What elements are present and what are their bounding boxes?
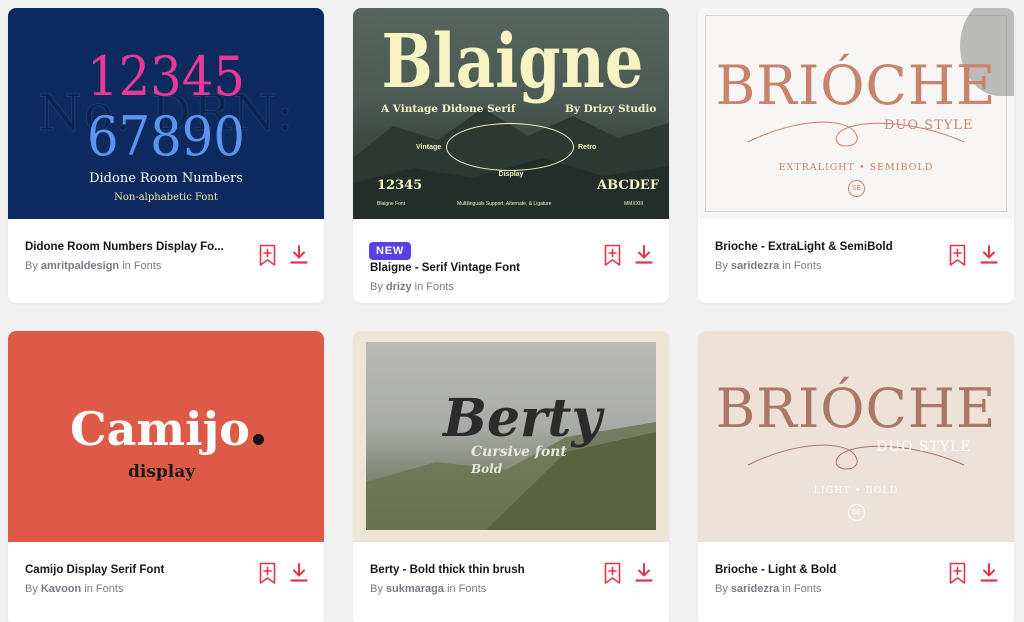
asset-byline: By Kavoon in Fonts [25, 583, 123, 595]
byline-prefix: By [715, 583, 731, 595]
asset-card[interactable]: Blaigne A Vintage Didone Serif By Drizy … [353, 8, 669, 303]
asset-byline: By sukmaraga in Fonts [370, 583, 486, 595]
asset-card[interactable]: BRIÓCHE DUO STYLE EXTRALIGHT • SEMIBOLD … [698, 8, 1014, 303]
thumbnail-font-name-text: Camijo [70, 402, 250, 456]
thumbnail-tagline: A Vintage Didone Serif [381, 103, 516, 115]
asset-thumbnail[interactable]: Camijo display [8, 331, 324, 542]
thumbnail-monogram: SE [848, 180, 865, 197]
thumbnail-monogram: SE [848, 504, 865, 521]
author-link[interactable]: saridezra [731, 583, 779, 595]
thumbnail-letters: ABCDEF [597, 178, 660, 193]
byline-prefix: By [25, 260, 41, 272]
asset-title[interactable]: Brioche - Light & Bold [715, 564, 836, 576]
bookmark-add-icon[interactable] [604, 244, 624, 268]
asset-title[interactable]: Berty - Bold thick thin brush [370, 564, 525, 576]
asset-thumbnail[interactable]: Blaigne A Vintage Didone Serif By Drizy … [353, 8, 669, 219]
asset-byline: By saridezra in Fonts [715, 583, 821, 595]
author-link[interactable]: sukmaraga [386, 583, 444, 595]
download-icon[interactable] [980, 245, 1000, 269]
asset-thumbnail[interactable]: BRIÓCHE DUO STYLE LIGHT • BOLD SE [698, 331, 1014, 542]
thumbnail-footer-left: Blaigne Font [377, 201, 406, 207]
thumbnail-font-name: Berty [443, 388, 602, 449]
bookmark-add-icon[interactable] [604, 562, 624, 586]
thumbnail-ellipse [446, 123, 574, 171]
byline-prefix: By [25, 583, 41, 595]
asset-card[interactable]: BRIÓCHE DUO STYLE LIGHT • BOLD SE Brioch… [698, 331, 1014, 622]
asset-thumbnail[interactable]: Berty Cursive font Bold [353, 331, 669, 542]
thumbnail-weights: EXTRALIGHT • SEMIBOLD [778, 162, 934, 173]
author-link[interactable]: amritpaldesign [41, 260, 119, 272]
bookmark-add-icon[interactable] [949, 244, 969, 268]
asset-byline: By drizy in Fonts [370, 281, 454, 293]
thumbnail-font-name: Didone Room Numbers [89, 171, 243, 186]
thumbnail-font-name: Blaigne [381, 19, 644, 105]
thumbnail-display-label: Display [498, 171, 524, 178]
thumbnail-font-name: Camijo [70, 401, 264, 457]
category-link[interactable]: in Fonts [122, 260, 161, 272]
thumbnail-font-name: BRIÓCHE [715, 54, 997, 117]
bookmark-add-icon[interactable] [259, 244, 279, 268]
thumbnail-footer-mid: Multilinguals Support, Alternate, & Liga… [457, 201, 552, 207]
thumbnail-subtitle: Non-alphabetic Font [114, 192, 218, 203]
byline-prefix: By [715, 260, 731, 272]
category-link[interactable]: in Fonts [782, 583, 821, 595]
thumbnail-left-label: Vintage [416, 144, 442, 151]
thumbnail-numbers-top: 12345 [86, 45, 246, 108]
author-link[interactable]: Kavoon [41, 583, 81, 595]
asset-card[interactable]: Berty Cursive font Bold Berty - Bold thi… [353, 331, 669, 622]
author-link[interactable]: saridezra [731, 260, 779, 272]
download-icon[interactable] [635, 245, 655, 269]
download-icon[interactable] [635, 563, 655, 587]
bookmark-add-icon[interactable] [949, 562, 969, 586]
asset-title[interactable]: Brioche - ExtraLight & SemiBold [715, 241, 893, 253]
download-icon[interactable] [980, 563, 1000, 587]
byline-prefix: By [370, 281, 386, 293]
category-link[interactable]: in Fonts [415, 281, 454, 293]
thumbnail-style-label: DUO STYLE [876, 439, 972, 455]
thumbnail-font-name: BRIÓCHE [715, 377, 997, 440]
thumbnail-footer-right: MMXXIII [624, 201, 644, 207]
download-icon[interactable] [290, 563, 310, 587]
asset-byline: By saridezra in Fonts [715, 260, 821, 272]
new-badge: NEW [369, 242, 412, 260]
asset-card[interactable]: No. DRN: 12345 67890 Didone Room Numbers… [8, 8, 324, 303]
asset-title[interactable]: Camijo Display Serif Font [25, 564, 164, 576]
asset-thumbnail[interactable]: BRIÓCHE DUO STYLE EXTRALIGHT • SEMIBOLD … [698, 8, 1014, 219]
thumbnail-subtitle: display [128, 462, 196, 482]
thumbnail-line1: Cursive font [471, 444, 567, 460]
thumbnail-right-label: Retro [578, 144, 597, 151]
asset-thumbnail[interactable]: No. DRN: 12345 67890 Didone Room Numbers… [8, 8, 324, 219]
asset-title[interactable]: Didone Room Numbers Display Fo... [25, 241, 224, 253]
category-link[interactable]: in Fonts [447, 583, 486, 595]
category-link[interactable]: in Fonts [84, 583, 123, 595]
asset-title[interactable]: Blaigne - Serif Vintage Font [370, 262, 520, 274]
author-link[interactable]: drizy [386, 281, 412, 293]
category-link[interactable]: in Fonts [782, 260, 821, 272]
thumbnail-line2: Bold [471, 462, 503, 476]
bookmark-add-icon[interactable] [259, 562, 279, 586]
download-icon[interactable] [290, 245, 310, 269]
thumbnail-numbers: 12345 [377, 178, 423, 193]
asset-byline: By amritpaldesign in Fonts [25, 260, 161, 272]
thumbnail-dot [252, 434, 264, 445]
thumbnail-style-label: DUO STYLE [884, 118, 974, 133]
thumbnail-numbers-bottom: 67890 [86, 105, 246, 168]
byline-prefix: By [370, 583, 386, 595]
asset-card[interactable]: Camijo display Camijo Display Serif Font… [8, 331, 324, 622]
thumbnail-studio: By Drizy Studio [565, 103, 657, 115]
thumbnail-weights: LIGHT • BOLD [813, 485, 899, 496]
